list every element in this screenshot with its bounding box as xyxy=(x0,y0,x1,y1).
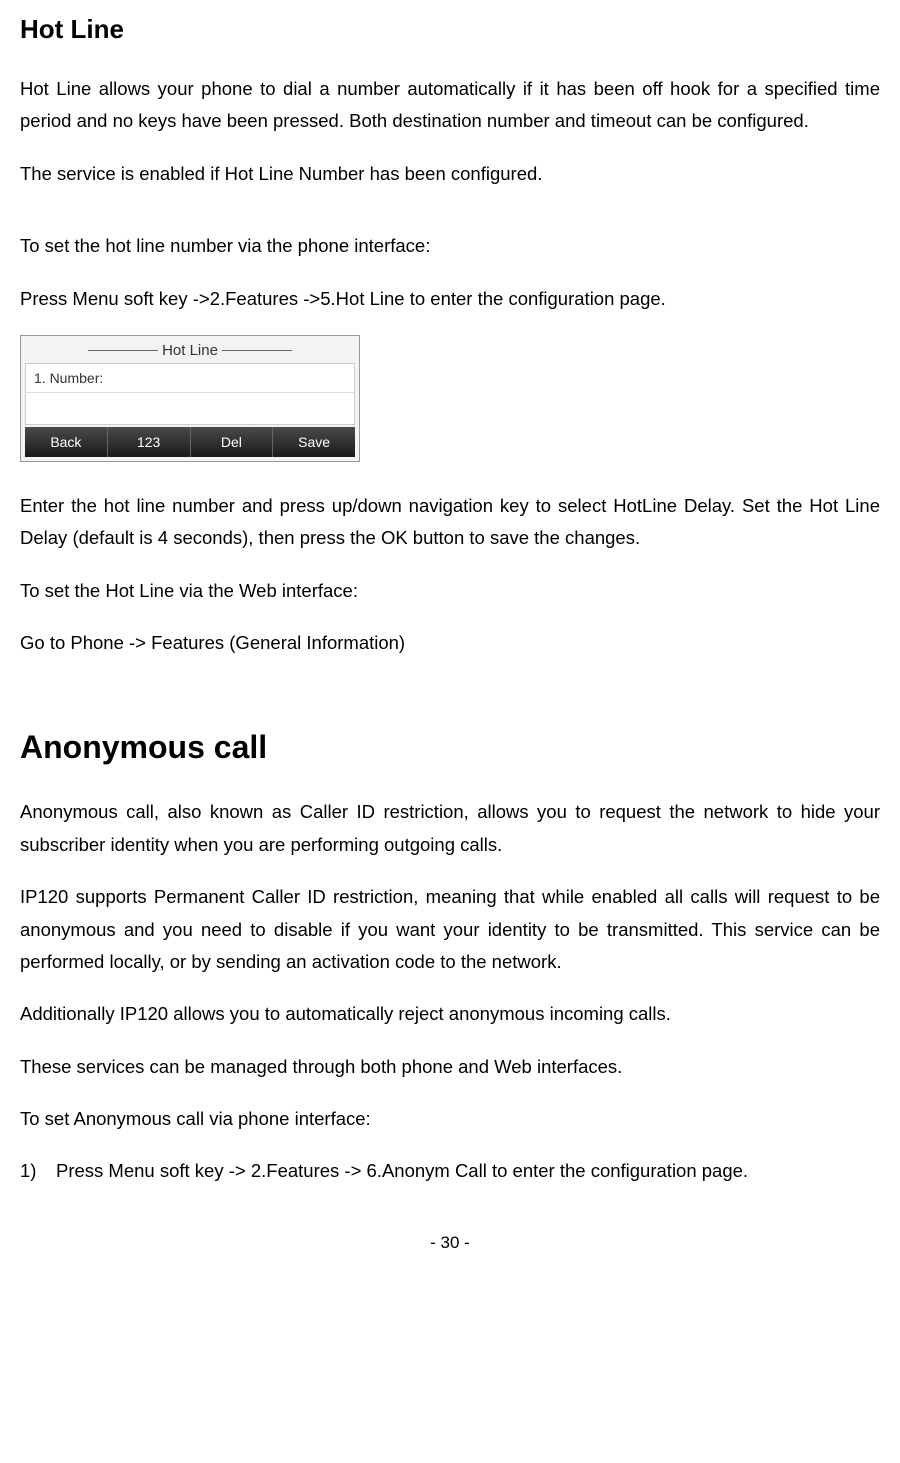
softkey-save: Save xyxy=(273,427,355,457)
anonymous-para-3: Additionally IP120 allows you to automat… xyxy=(20,998,880,1030)
list-item: Press Menu soft key -> 2.Features -> 6.A… xyxy=(20,1155,880,1187)
phone-title-bar: Hot Line xyxy=(23,338,357,361)
hotline-para-5: Enter the hot line number and press up/d… xyxy=(20,490,880,555)
anonymous-para-4: These services can be managed through bo… xyxy=(20,1051,880,1083)
phone-input-row: 1. Number: xyxy=(26,364,354,393)
anonymous-para-1: Anonymous call, also known as Caller ID … xyxy=(20,796,880,861)
phone-title: Hot Line xyxy=(162,342,218,359)
phone-screenshot: Hot Line 1. Number: Back 123 Del Save xyxy=(20,335,360,462)
hotline-para-3: To set the hot line number via the phone… xyxy=(20,230,880,262)
list-item-text: Press Menu soft key -> 2.Features -> 6.A… xyxy=(56,1155,748,1187)
title-line-right xyxy=(222,350,292,351)
hotline-para-1: Hot Line allows your phone to dial a num… xyxy=(20,73,880,138)
anonymous-heading: Anonymous call xyxy=(20,729,880,766)
softkey-del: Del xyxy=(191,427,274,457)
hotline-para-2: The service is enabled if Hot Line Numbe… xyxy=(20,158,880,190)
anonymous-steps-list: Press Menu soft key -> 2.Features -> 6.A… xyxy=(20,1155,880,1187)
softkey-back: Back xyxy=(25,427,108,457)
hotline-para-4: Press Menu soft key ->2.Features ->5.Hot… xyxy=(20,283,880,315)
page-number: - 30 - xyxy=(20,1233,880,1253)
anonymous-para-2: IP120 supports Permanent Caller ID restr… xyxy=(20,881,880,978)
softkey-123: 123 xyxy=(108,427,191,457)
hotline-para-6: To set the Hot Line via the Web interfac… xyxy=(20,575,880,607)
hotline-heading: Hot Line xyxy=(20,14,880,45)
title-line-left xyxy=(88,350,158,351)
phone-softkey-bar: Back 123 Del Save xyxy=(25,427,355,457)
anonymous-para-5: To set Anonymous call via phone interfac… xyxy=(20,1103,880,1135)
phone-input-area: 1. Number: xyxy=(25,363,355,425)
hotline-para-7: Go to Phone -> Features (General Informa… xyxy=(20,627,880,659)
